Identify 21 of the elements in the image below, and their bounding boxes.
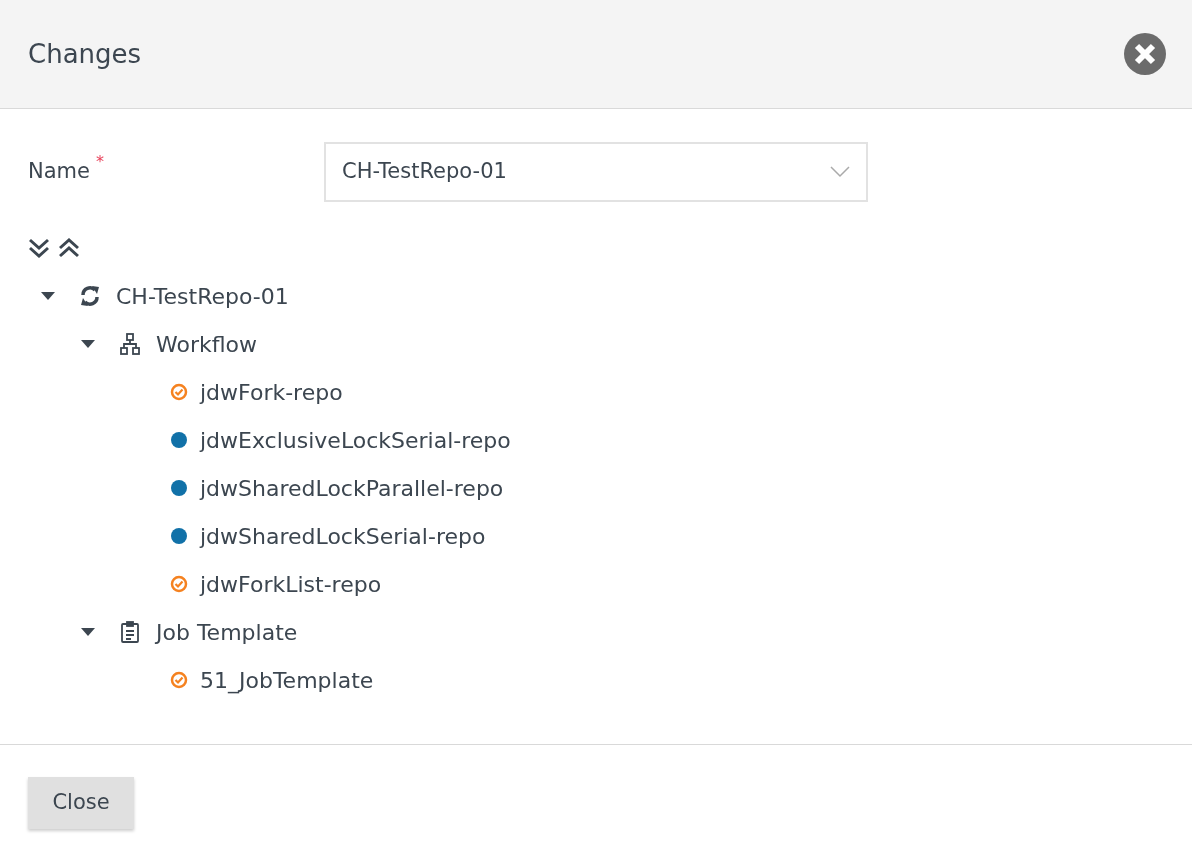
sync-icon	[78, 284, 102, 308]
name-select[interactable]: CH-TestRepo-01	[324, 142, 868, 202]
hierarchy-icon	[118, 332, 142, 356]
tree-node-label[interactable]: jdwSharedLockSerial-repo	[200, 519, 486, 553]
clipboard-icon	[118, 620, 142, 644]
required-mark: *	[95, 151, 104, 174]
tree-node-label[interactable]: CH-TestRepo-01	[116, 279, 289, 313]
tree-node-label[interactable]: Workflow	[156, 327, 258, 361]
tree-node-label[interactable]: 51_JobTemplate	[200, 663, 374, 697]
tree-node-label[interactable]: jdwFork-repo	[200, 375, 343, 409]
close-icon[interactable]	[1124, 33, 1166, 75]
tree-node-label[interactable]: jdwExclusiveLockSerial-repo	[200, 423, 511, 457]
collapse-all-icon[interactable]	[58, 238, 80, 258]
expand-all-icon[interactable]	[28, 238, 50, 258]
field-label: Name	[28, 158, 90, 186]
tree-node-label[interactable]: Job Template	[156, 615, 298, 649]
close-button[interactable]: Close	[28, 777, 134, 829]
tree-node-label[interactable]: jdwForkList-repo	[200, 567, 382, 601]
dialog-title: Changes	[28, 37, 142, 71]
chevron-down-icon	[830, 166, 850, 178]
tree-node-label[interactable]: jdwSharedLockParallel-repo	[200, 471, 504, 505]
